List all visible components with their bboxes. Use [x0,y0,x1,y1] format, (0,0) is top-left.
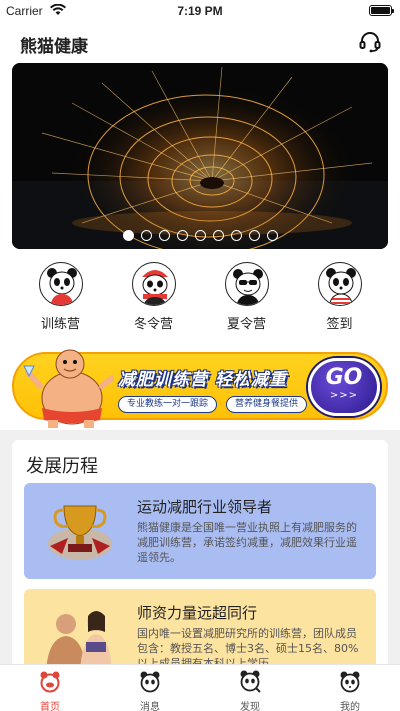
feature-check-in[interactable]: 签到 [305,262,375,334]
feature-label: 训练营 [40,317,80,332]
carousel-dot[interactable] [122,230,134,241]
discover-icon [240,670,261,693]
card-title: 运动减肥行业领导者 [137,498,273,516]
feature-label: 冬令营 [133,317,173,332]
go-button-label: GO [325,365,363,390]
tab-bar: 首页 消息 发现 我的 [0,664,400,711]
tab-messages[interactable]: 消息 [100,665,200,711]
battery-icon [369,5,394,16]
profile-icon [340,671,360,693]
tab-home[interactable]: 首页 [0,665,100,711]
feature-grid: 训练营 冬令营 夏令营 签到 [0,262,400,334]
carousel-dot[interactable] [194,230,206,241]
card-description: 熊猫健康是全国唯一营业执照上有减肥服务的减肥训练营，承诺签约减重，减肥效果行业遥… [137,521,357,564]
panda-winter-icon [131,262,176,306]
carousel-dot[interactable] [158,230,170,241]
section-title: 发展历程 [26,456,98,477]
trophy-image [38,496,122,566]
carousel-dot[interactable] [212,230,224,241]
tab-label: 首页 [40,702,60,711]
carousel-dot[interactable] [248,230,260,241]
carousel-dot[interactable] [140,230,152,241]
promo-tag-coach: 专业教练一对一跟踪 [118,396,218,413]
tab-profile[interactable]: 我的 [300,665,400,711]
feature-label: 签到 [326,317,353,332]
app-header: 熊猫健康 [0,22,400,60]
feature-winter-camp[interactable]: 冬令营 [119,262,189,334]
go-arrows: >>> [329,390,359,401]
promo-tag-meal: 营养健身餐提供 [226,396,308,413]
banner-image [12,63,388,249]
message-icon [140,671,160,693]
clock: 7:19 PM [177,4,223,18]
mascot-illustration [23,349,114,428]
go-button[interactable]: GO >>> [308,358,380,416]
feature-summer-camp[interactable]: 夏令营 [212,262,282,334]
banner-carousel[interactable] [12,63,388,249]
tab-label: 发现 [240,702,260,711]
feature-label: 夏令营 [226,317,266,332]
panda-training-icon [38,262,83,306]
carousel-dot[interactable] [230,230,242,241]
app-title: 熊猫健康 [20,37,88,57]
carousel-dot[interactable] [176,230,188,241]
home-icon [40,671,60,693]
tab-label: 消息 [140,702,160,711]
promo-slogan: 减肥训练营 轻松减重 [118,370,287,390]
trainers-image [38,602,122,672]
feature-training-camp[interactable]: 训练营 [26,262,96,334]
status-bar: Carrier 7:19 PM [0,0,400,22]
headset-icon[interactable] [358,30,382,54]
card-title: 师资力量远超同行 [137,604,258,622]
tab-discover[interactable]: 发现 [200,665,300,711]
history-card[interactable]: 运动减肥行业领导者 熊猫健康是全国唯一营业执照上有减肥服务的减肥训练营，承诺签约… [24,483,376,579]
promo-banner[interactable]: 减肥训练营 轻松减重 专业教练一对一跟踪 营养健身餐提供 GO >>> [12,349,388,428]
panda-checkin-icon [317,262,362,306]
carousel-dot[interactable] [266,230,278,241]
history-section: 发展历程 运动减肥行业领导者 熊猫健康是全国唯一营业执照上有减肥服务的减肥训练营… [12,440,388,685]
tab-label: 我的 [340,702,360,711]
panda-summer-icon [224,262,269,306]
carousel-dots [12,230,388,241]
